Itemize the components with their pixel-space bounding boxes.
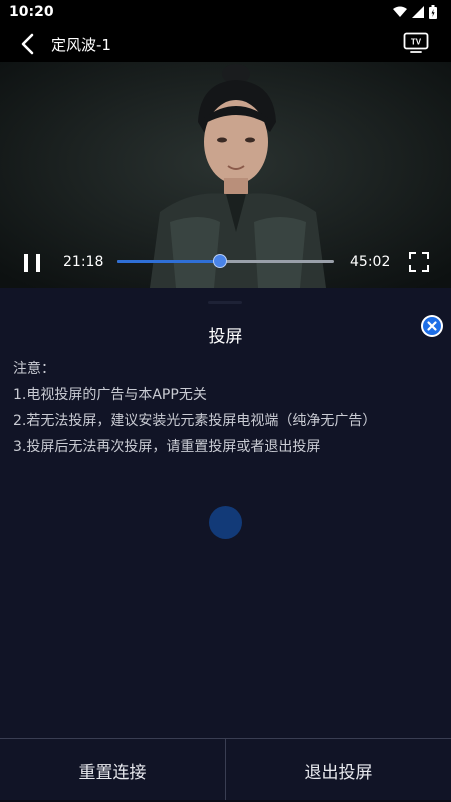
exit-cast-button[interactable]: 退出投屏 (226, 739, 451, 801)
status-time: 10:20 (9, 4, 54, 20)
status-bar: 10:20 (0, 0, 451, 26)
signal-icon (412, 6, 424, 18)
action-bar: 重置连接 退出投屏 (0, 738, 451, 801)
reset-connection-button[interactable]: 重置连接 (0, 739, 225, 801)
total-time: 45:02 (350, 254, 391, 270)
video-title: 定风波-1 (51, 36, 111, 54)
notice-block: 注意： 1.电视投屏的广告与本APP无关 2.若无法投屏，建议安装光元素投屏电视… (13, 356, 376, 460)
tv-cast-icon[interactable]: TV (403, 32, 429, 54)
notice-heading: 注意： (13, 361, 55, 377)
player-controls: 21:18 45:02 (0, 244, 451, 284)
title-bar: 定风波-1 TV (0, 26, 451, 62)
tv-icon-label: TV (411, 38, 422, 47)
close-icon[interactable] (420, 314, 444, 338)
seek-thumb[interactable] (212, 254, 227, 268)
notice-item: 3.投屏后无法再次投屏，请重置投屏或者退出投屏 (13, 439, 321, 455)
loading-spinner (209, 506, 242, 539)
panel-title: 投屏 (208, 327, 243, 347)
cast-panel: 投屏 注意： 1.电视投屏的广告与本APP无关 2.若无法投屏，建议安装光元素投… (0, 288, 451, 738)
seek-bar[interactable] (117, 254, 334, 268)
notice-item: 1.电视投屏的广告与本APP无关 (13, 387, 207, 403)
status-icons (393, 5, 437, 19)
drag-handle[interactable] (208, 301, 242, 304)
battery-icon (429, 5, 437, 19)
fullscreen-icon[interactable] (408, 251, 430, 273)
chevron-left-icon[interactable] (18, 32, 38, 56)
seek-progress-fill (117, 260, 220, 263)
notice-item: 2.若无法投屏，建议安装光元素投屏电视端（纯净无广告） (13, 413, 377, 429)
pause-icon[interactable] (22, 252, 42, 274)
current-time: 21:18 (63, 254, 104, 270)
wifi-icon (393, 6, 407, 17)
